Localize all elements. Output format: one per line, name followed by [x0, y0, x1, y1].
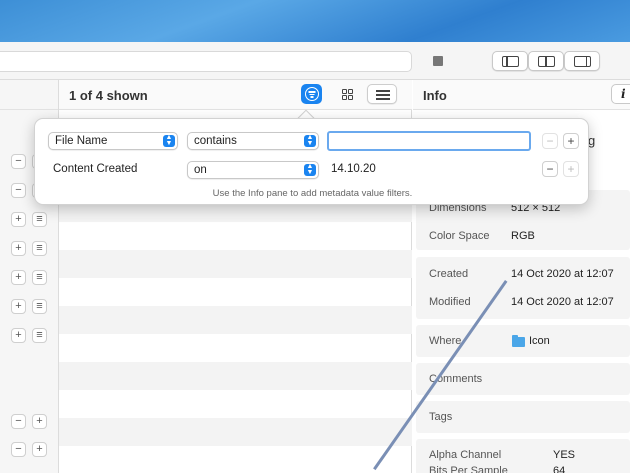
menu-button[interactable]: ≡: [32, 299, 47, 314]
add-button[interactable]: +: [32, 414, 47, 429]
add-button[interactable]: +: [11, 212, 26, 227]
list-row[interactable]: [59, 334, 412, 362]
split-view-icon: [538, 56, 555, 67]
list-row[interactable]: [59, 278, 412, 306]
left-row: + ≡: [0, 293, 59, 322]
remove-button[interactable]: −: [11, 414, 26, 429]
desktop-wallpaper: [0, 0, 630, 42]
view-mode-control: [331, 84, 399, 104]
toggle-sidebar-button[interactable]: [492, 51, 528, 71]
info-label: Created: [429, 268, 469, 280]
left-row: + ≡: [0, 206, 59, 235]
toggle-split-button[interactable]: [528, 51, 564, 71]
left-row: + ≡: [0, 322, 59, 351]
add-button[interactable]: +: [32, 442, 47, 457]
list-row[interactable]: [59, 446, 412, 473]
remove-rule-button[interactable]: −: [542, 161, 558, 177]
menu-button[interactable]: ≡: [32, 270, 47, 285]
list-view-button[interactable]: [367, 84, 397, 104]
left-pane-header: [0, 80, 58, 110]
filter-date-operator-value: on: [194, 164, 207, 176]
info-label: Color Space: [429, 230, 490, 242]
add-rule-button[interactable]: +: [563, 133, 579, 149]
add-button[interactable]: +: [11, 299, 26, 314]
sidebar-left-icon: [502, 56, 519, 67]
filter-hint: Use the Info pane to add metadata value …: [212, 188, 413, 199]
add-button[interactable]: +: [11, 270, 26, 285]
grid-view-button[interactable]: [335, 84, 359, 104]
menu-button[interactable]: ≡: [32, 241, 47, 256]
info-section-tags[interactable]: Tags: [416, 401, 630, 433]
info-value[interactable]: Icon: [529, 335, 550, 347]
list-row[interactable]: [59, 418, 412, 446]
info-section-where: Where Icon: [416, 325, 630, 357]
app-window: − + − + + ≡ + ≡ + ≡ + ≡ + ≡ − +: [0, 42, 630, 473]
info-header: Info i: [413, 80, 630, 110]
shown-count: 1 of 4 shown: [69, 88, 148, 103]
menu-button[interactable]: ≡: [32, 328, 47, 343]
info-label: Tags: [429, 411, 453, 423]
info-value: YES: [553, 449, 576, 461]
list-row[interactable]: [59, 222, 412, 250]
info-value: 64: [553, 465, 566, 473]
filter-operator-select[interactable]: contains ▲ ▼: [187, 132, 319, 150]
info-section-dates: Created 14 Oct 2020 at 12:07 Modified 14…: [416, 257, 630, 319]
info-label: Where: [429, 335, 462, 347]
filter-attribute-value: File Name: [55, 135, 108, 147]
filter-button[interactable]: [301, 84, 322, 104]
remove-button[interactable]: −: [11, 154, 26, 169]
filter-date-value[interactable]: 14.10.20: [331, 163, 376, 175]
info-button[interactable]: i: [611, 84, 630, 104]
left-row: − +: [0, 436, 59, 465]
info-value: RGB: [511, 230, 535, 242]
menu-button[interactable]: ≡: [32, 212, 47, 227]
list-icon: [376, 90, 390, 100]
filter-operator-value: contains: [194, 135, 237, 147]
left-row: + ≡: [0, 235, 59, 264]
filter-icon: [304, 87, 319, 101]
info-value: 14 Oct 2020 at 12:07: [511, 296, 614, 308]
filter-popover: File Name ▲ ▼ contains ▲ ▼ − + Content Cre…: [34, 118, 589, 205]
info-label: Modified: [429, 296, 471, 308]
left-row: − +: [0, 408, 59, 437]
stop-icon[interactable]: [433, 56, 443, 66]
filter-value-input[interactable]: [327, 131, 531, 151]
add-rule-button[interactable]: +: [563, 161, 579, 177]
toolbar: [0, 42, 630, 80]
toggle-inspector-button[interactable]: [564, 51, 600, 71]
info-label: Alpha Channel: [429, 449, 502, 461]
info-label: Bits Per Sample: [429, 465, 508, 473]
info-section-pixels: Alpha Channel YES Bits Per Sample 64: [416, 439, 630, 473]
add-button[interactable]: +: [11, 241, 26, 256]
folder-icon: [512, 335, 525, 347]
info-title-partial: g: [588, 133, 596, 148]
filter-attribute-select[interactable]: File Name ▲ ▼: [48, 132, 178, 150]
add-button[interactable]: +: [11, 328, 26, 343]
sidebar-right-icon: [574, 56, 591, 67]
search-field[interactable]: [0, 51, 412, 72]
list-header: 1 of 4 shown: [59, 80, 412, 110]
list-row[interactable]: [59, 390, 412, 418]
list-row[interactable]: [59, 250, 412, 278]
chevron-updown-icon: ▲ ▼: [304, 134, 316, 147]
info-title: Info: [423, 88, 447, 103]
chevron-updown-icon: ▲ ▼: [163, 134, 175, 147]
grid-icon: [342, 89, 353, 100]
filter-date-operator-select[interactable]: on ▲ ▼: [187, 161, 319, 179]
info-section-comments[interactable]: Comments: [416, 363, 630, 395]
list-row[interactable]: [59, 362, 412, 390]
remove-button[interactable]: −: [11, 442, 26, 457]
info-value: 14 Oct 2020 at 12:07: [511, 268, 614, 280]
remove-rule-button[interactable]: −: [542, 133, 558, 149]
list-row[interactable]: [59, 306, 412, 334]
chevron-updown-icon: ▲ ▼: [304, 163, 316, 176]
filter-attribute-label: Content Created: [53, 163, 138, 175]
remove-button[interactable]: −: [11, 183, 26, 198]
left-row: + ≡: [0, 264, 59, 293]
